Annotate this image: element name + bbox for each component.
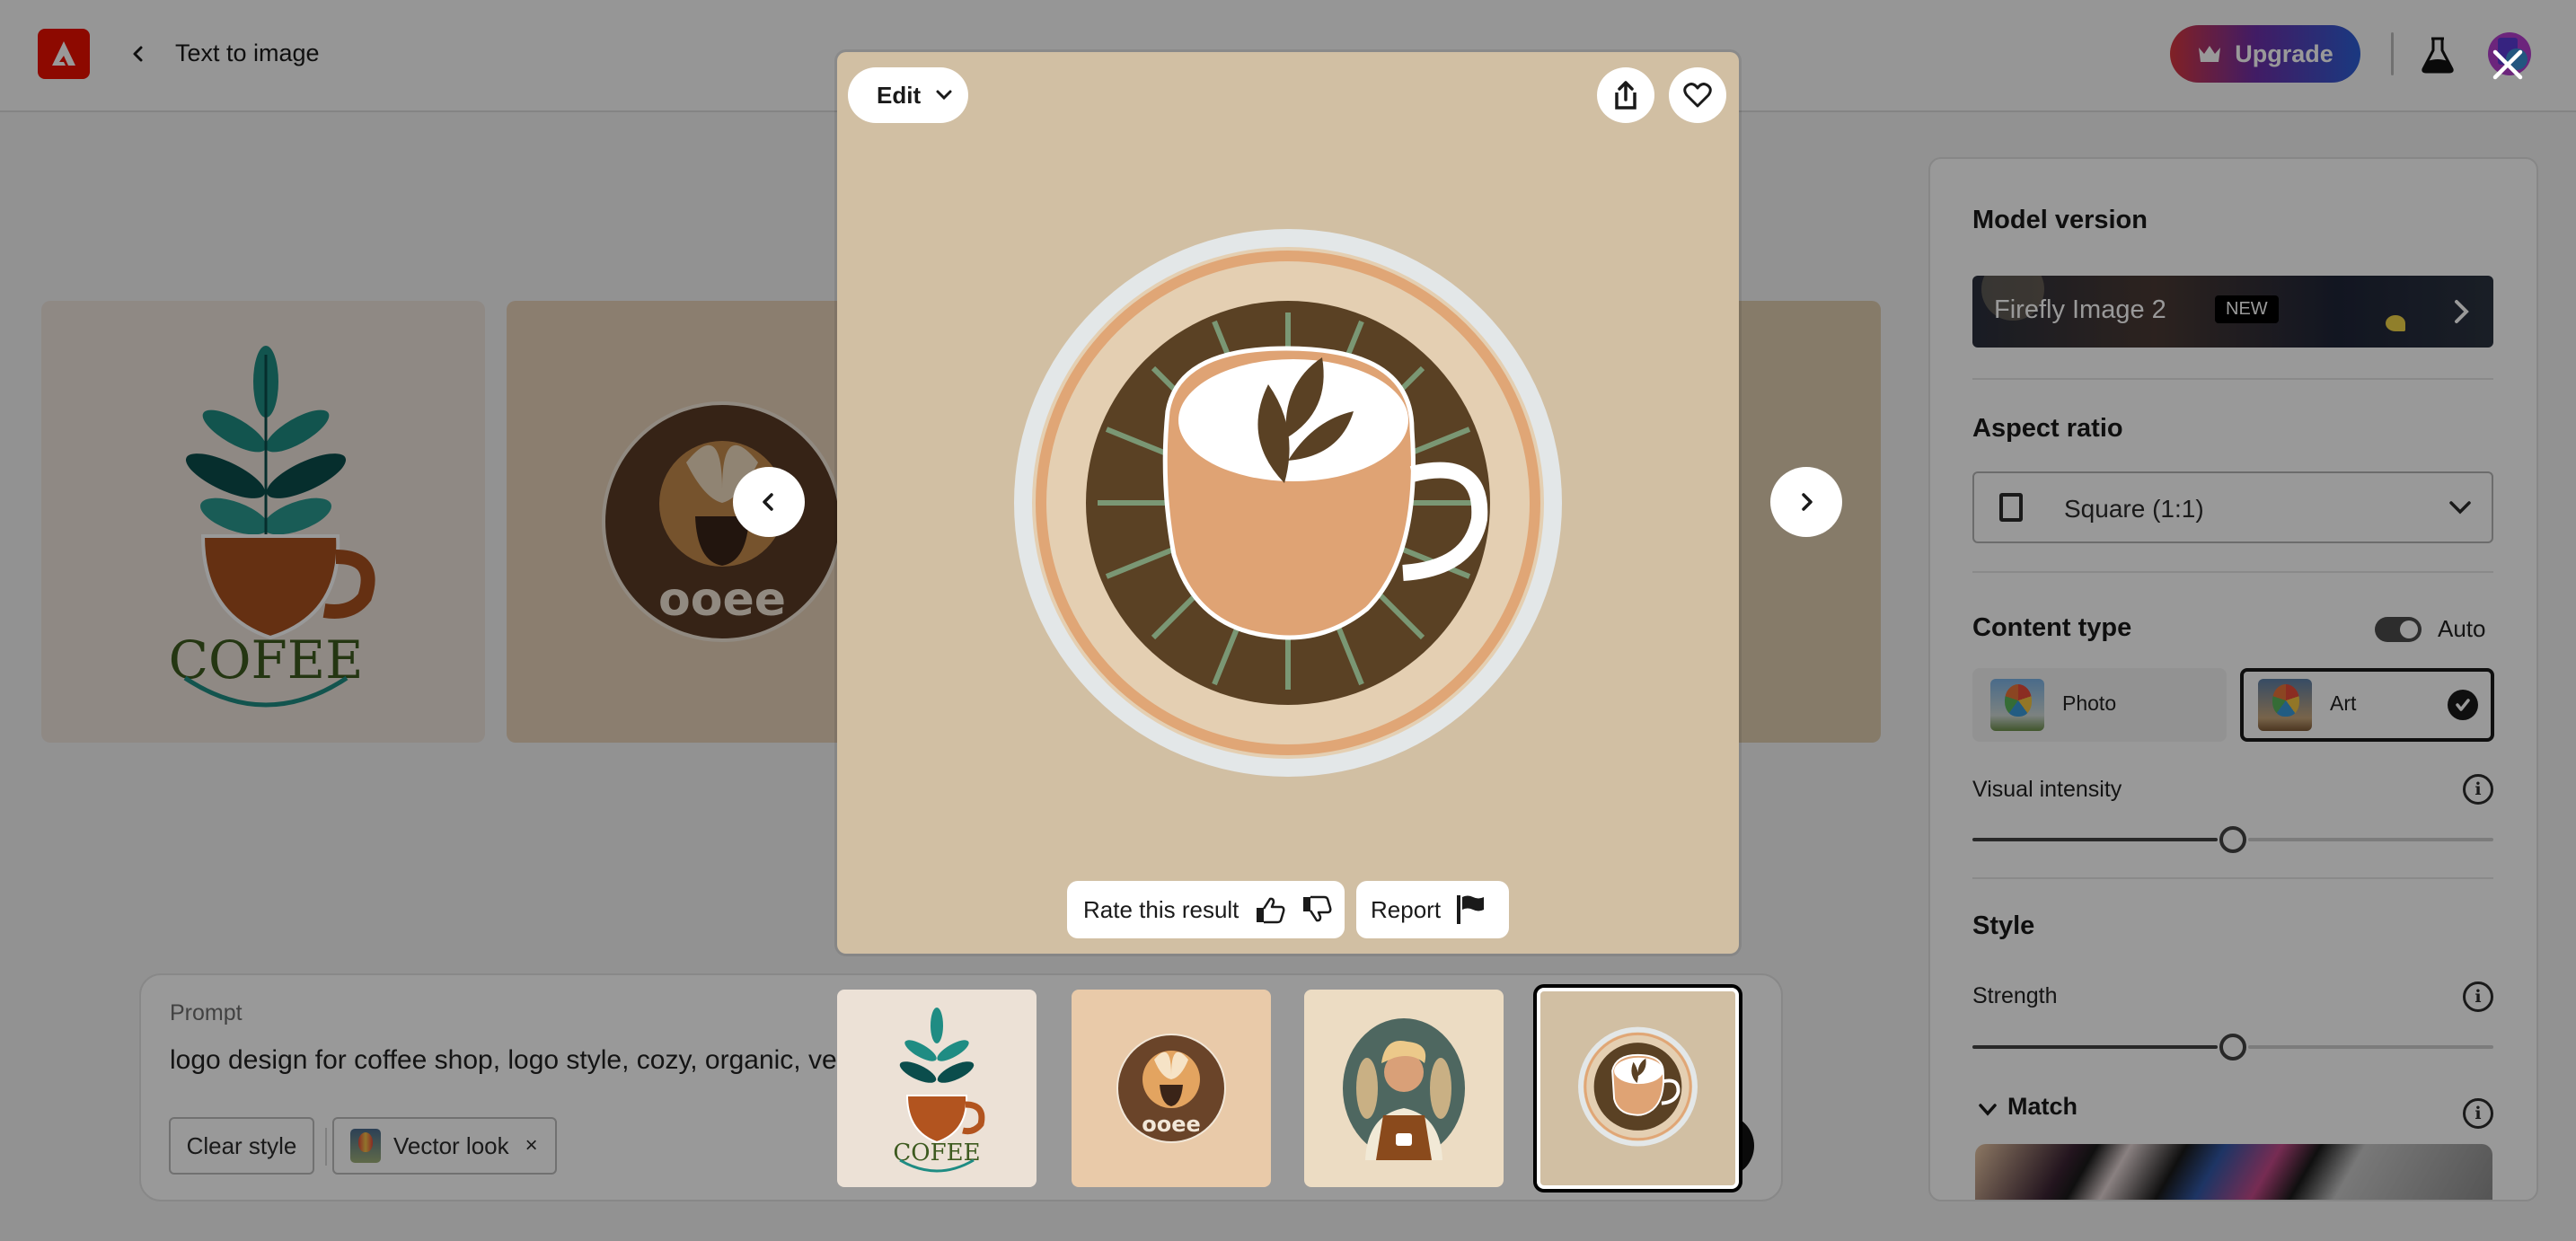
report-label: Report [1371, 895, 1442, 923]
close-icon[interactable] [2490, 47, 2526, 83]
latte-thumb-art [1578, 1026, 1698, 1147]
thumbnail-1[interactable]: COFEE [837, 990, 1037, 1187]
chevron-right-icon [1802, 493, 1813, 511]
heart-icon [1683, 83, 1712, 108]
cofee-logo-thumb-art: COFEE [893, 1008, 985, 1173]
generated-image-latte-logo [1014, 229, 1562, 777]
share-icon [1615, 81, 1636, 110]
barista-thumb-art [1343, 1018, 1465, 1160]
edit-label: Edit [877, 81, 922, 109]
thumbs-down-icon[interactable] [1301, 895, 1332, 924]
chevron-down-icon [936, 90, 952, 101]
favorite-button[interactable] [1669, 67, 1726, 123]
thumbs-up-icon[interactable] [1255, 895, 1285, 924]
svg-text:ooee: ooee [1142, 1112, 1201, 1137]
image-viewer: Edit Rate this result Report [837, 52, 1739, 954]
next-image-button[interactable] [1770, 467, 1842, 537]
thumbnail-3[interactable] [1304, 990, 1504, 1187]
thumbnail-2[interactable]: ooee [1072, 990, 1271, 1187]
thumbnail-4-selected[interactable] [1537, 988, 1739, 1189]
rate-result-group: Rate this result [1067, 881, 1345, 938]
flag-icon [1457, 895, 1485, 924]
edit-menu-button[interactable]: Edit [848, 67, 968, 123]
share-button[interactable] [1597, 67, 1654, 123]
rate-label: Rate this result [1083, 895, 1239, 923]
report-button[interactable]: Report [1356, 881, 1509, 938]
round-badge-thumb-art: ooee [1116, 1034, 1226, 1143]
chevron-left-icon [763, 493, 773, 511]
previous-image-button[interactable] [733, 467, 805, 537]
